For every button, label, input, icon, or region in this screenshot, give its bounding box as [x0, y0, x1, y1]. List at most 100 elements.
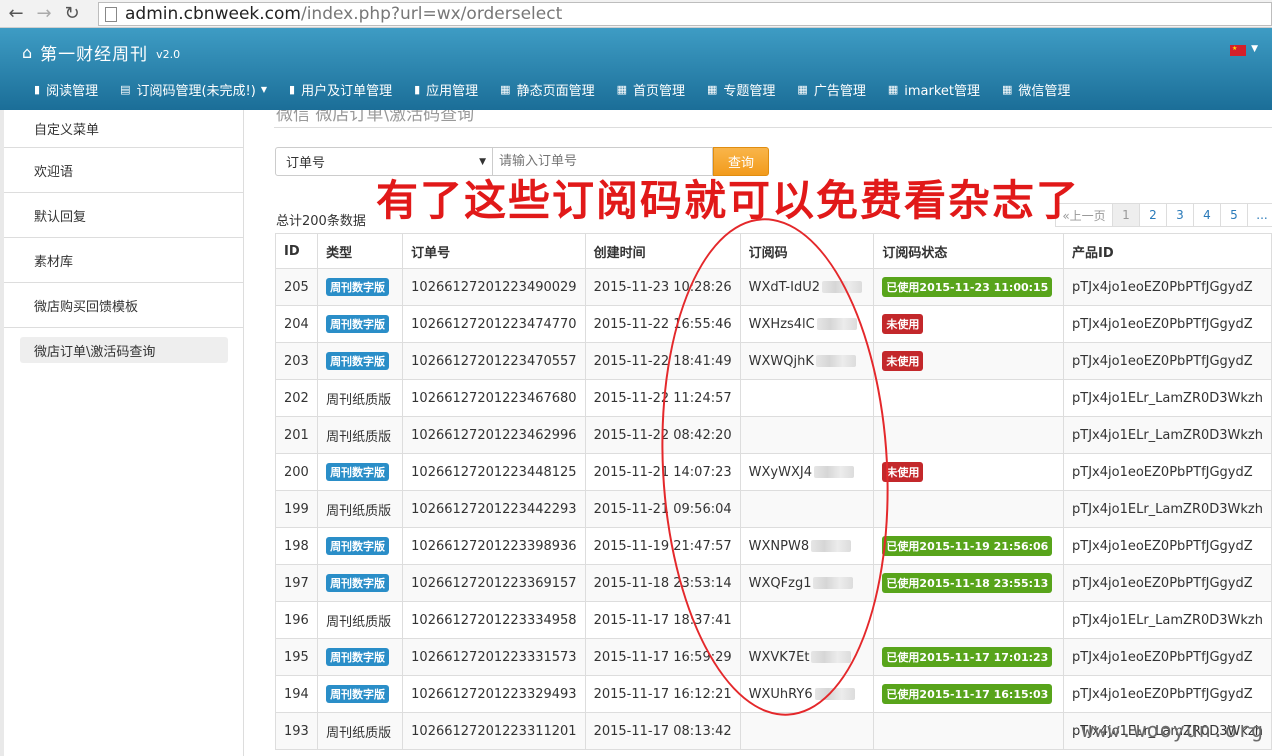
sidebar-item[interactable]: 素材库: [4, 238, 243, 283]
cell-id: 194: [274, 675, 319, 713]
search-field-select[interactable]: 订单号 ▼: [275, 147, 493, 176]
cell-subscription-code: WXdT-IdU2: [739, 268, 875, 306]
grid-icon: ▦: [797, 83, 808, 96]
subscription-code: WXUhRY6: [748, 686, 813, 702]
sidebar-item[interactable]: 微店购买回馈模板: [4, 283, 243, 328]
menu-item[interactable]: ▦ 微信管理: [1002, 80, 1070, 99]
cell-type: 周刊数字版: [317, 675, 404, 713]
type-badge: 周刊数字版: [326, 685, 390, 703]
cell-created-time: 2015-11-17 18:37:41: [584, 601, 741, 639]
type-badge: 周刊数字版: [326, 278, 390, 296]
redacted-blur: [815, 355, 856, 367]
type-badge: 周刊数字版: [326, 463, 390, 481]
cell-type: 周刊数字版: [317, 342, 404, 380]
more-pages-button[interactable]: ...: [1247, 203, 1272, 227]
cell-code-status: 已使用2015-11-19 21:56:06: [873, 527, 1065, 565]
menu-item[interactable]: ▤ 订阅码管理(未完成!) ▼: [120, 80, 267, 99]
cell-order-number: 10266127201223369157: [402, 564, 586, 602]
china-flag-icon[interactable]: [1230, 45, 1246, 56]
type-text: 周刊纸质版: [326, 503, 392, 519]
query-button[interactable]: 查询: [713, 147, 769, 176]
cell-order-number: 10266127201223490029: [402, 268, 586, 306]
menu-item[interactable]: ▦ 静态页面管理: [500, 80, 594, 99]
page-button[interactable]: 1: [1112, 203, 1140, 227]
menu-item[interactable]: ▦ 广告管理: [797, 80, 865, 99]
cell-type: 周刊纸质版: [317, 490, 404, 528]
search-field-value: 订单号: [286, 156, 326, 171]
back-icon[interactable]: ←: [4, 2, 28, 26]
sidebar-item-label: 素材库: [34, 254, 74, 270]
cell-created-time: 2015-11-22 18:41:49: [584, 342, 741, 380]
grid-icon: ▦: [500, 83, 511, 96]
address-bar[interactable]: admin.cbnweek.com/index.php?url=wx/order…: [98, 2, 1272, 26]
cell-product-id: pTJx4jo1eoEZ0PbPTfJGgydZ: [1063, 638, 1272, 676]
menu-item[interactable]: ▮ 阅读管理: [34, 80, 98, 99]
status-badge: 已使用2015-11-19 21:56:06: [882, 536, 1053, 556]
page-button[interactable]: 3: [1166, 203, 1194, 227]
menu-item-label: 阅读管理: [46, 84, 99, 99]
order-number-input[interactable]: [493, 147, 713, 176]
url-host: admin.cbnweek.com: [125, 4, 301, 24]
menu-item[interactable]: ▮ 用户及订单管理: [289, 80, 392, 99]
cell-type: 周刊纸质版: [317, 712, 404, 750]
cell-subscription-code: [739, 712, 875, 750]
cell-id: 201: [274, 416, 319, 454]
cell-product-id: pTJx4jo1ELr_LamZR0D3Wkzh: [1063, 601, 1272, 639]
cell-subscription-code: [739, 416, 875, 454]
cell-type: 周刊数字版: [317, 638, 404, 676]
cell-subscription-code: WXyWXJ4: [739, 453, 875, 491]
menu-item[interactable]: ▦ imarket管理: [888, 80, 980, 99]
sidebar-item[interactable]: 微店订单\激活码查询: [4, 328, 243, 373]
cell-code-status: 未使用: [873, 453, 1065, 491]
page-button[interactable]: 4: [1193, 203, 1221, 227]
status-badge: 未使用: [882, 462, 924, 482]
menu-item-label: 微信管理: [1018, 84, 1071, 99]
reload-icon[interactable]: ↻: [60, 2, 84, 26]
annotation-text: 有了这些订阅码就可以免费看杂志了: [376, 176, 1081, 225]
total-count: 总计200条数据: [276, 214, 366, 229]
orders-table: ID 类型 订单号 创建时间 订阅码 订阅码状态 产品ID 205 周刊数字版 10266127…: [274, 233, 1272, 750]
cell-id: 195: [274, 638, 319, 676]
chevron-down-icon[interactable]: ▼: [1251, 44, 1258, 54]
cell-id: 197: [274, 564, 319, 602]
cell-product-id: pTJx4jo1eoEZ0PbPTfJGgydZ: [1063, 564, 1272, 602]
cell-id: 202: [274, 379, 319, 417]
sidebar-item[interactable]: 默认回复: [4, 193, 243, 238]
type-badge: 周刊数字版: [326, 574, 390, 592]
cell-id: 198: [274, 527, 319, 565]
cell-created-time: 2015-11-22 11:24:57: [584, 379, 741, 417]
page-button[interactable]: 2: [1139, 203, 1167, 227]
pagination: «上一页 1 2 3 4 5...: [1055, 203, 1272, 227]
menu-item[interactable]: ▮ 应用管理: [414, 80, 478, 99]
redacted-blur: [816, 318, 857, 330]
chevron-down-icon: ▼: [260, 85, 267, 94]
redacted-blur: [811, 540, 852, 552]
sidebar-item[interactable]: 自定义菜单: [4, 110, 243, 148]
page-button[interactable]: 5: [1220, 203, 1248, 227]
file-icon: ▮: [34, 83, 41, 96]
status-badge: 已使用2015-11-23 11:00:15: [882, 277, 1053, 297]
menu-item-label: 用户及订单管理: [301, 84, 393, 99]
cell-code-status: [873, 712, 1065, 750]
cell-product-id: pTJx4jo1ELr_LamZR0D3Wkzh: [1063, 490, 1272, 528]
cell-subscription-code: [739, 601, 875, 639]
cell-type: 周刊数字版: [317, 527, 404, 565]
table-row: 195 周刊数字版 10266127201223331573 2015-11-17 1…: [274, 638, 1272, 676]
cell-created-time: 2015-11-17 16:59:29: [584, 638, 741, 676]
menu-item[interactable]: ▦ 首页管理: [617, 80, 685, 99]
breadcrumb-divider: [274, 127, 1272, 128]
menu-item[interactable]: ▦ 专题管理: [707, 80, 775, 99]
forward-icon[interactable]: →: [32, 2, 56, 26]
app-version: v2.0: [156, 48, 181, 61]
cell-order-number: 10266127201223448125: [402, 453, 586, 491]
cell-code-status: [873, 490, 1065, 528]
cell-order-number: 10266127201223467680: [402, 379, 586, 417]
cell-type: 周刊数字版: [317, 305, 404, 343]
table-row: 194 周刊数字版 10266127201223329493 2015-11-17 1…: [274, 675, 1272, 713]
menu-item-label: 订阅码管理(未完成!): [136, 84, 256, 99]
brand[interactable]: ⌂ 第一财经周刊 v2.0: [22, 40, 180, 65]
subscription-code: WXQFzg1: [748, 575, 812, 591]
menu-item-label: 应用管理: [426, 84, 479, 99]
sidebar-item[interactable]: 欢迎语: [4, 148, 243, 193]
status-badge: 未使用: [882, 351, 924, 371]
